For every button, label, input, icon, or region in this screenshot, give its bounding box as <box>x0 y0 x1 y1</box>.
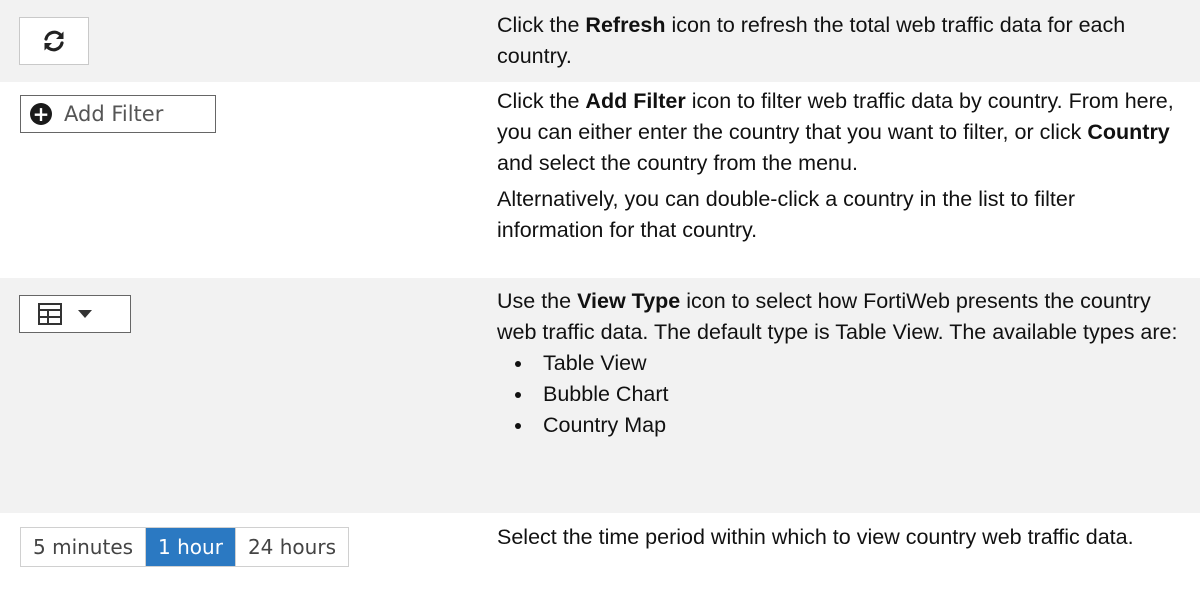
add-filter-description: Click the Add Filter icon to filter web … <box>497 89 1174 175</box>
refresh-icon <box>44 30 64 52</box>
add-filter-note: Alternatively, you can double-click a co… <box>497 187 1075 242</box>
view-type-button[interactable] <box>19 295 131 333</box>
time-option-5-minutes[interactable]: 5 minutes <box>21 528 145 566</box>
list-item: Table View <box>515 348 1187 379</box>
row-time-period: 5 minutes 1 hour 24 hours Select the tim… <box>0 513 1200 602</box>
table-icon <box>38 303 62 325</box>
row-view-type: Use the View Type icon to select how For… <box>0 278 1200 513</box>
description-cell: Select the time period within which to v… <box>497 522 1187 553</box>
list-item: Bubble Chart <box>515 379 1187 410</box>
add-filter-button[interactable]: + Add Filter <box>20 95 216 133</box>
row-refresh: Click the Refresh icon to refresh the to… <box>0 0 1200 82</box>
time-option-1-hour[interactable]: 1 hour <box>145 528 235 566</box>
description-cell: Use the View Type icon to select how For… <box>497 286 1187 441</box>
list-item: Country Map <box>515 410 1187 441</box>
add-filter-label: Add Filter <box>64 102 164 126</box>
description-cell: Click the Add Filter icon to filter web … <box>497 86 1187 246</box>
refresh-description: Click the Refresh icon to refresh the to… <box>497 13 1126 68</box>
description-cell: Click the Refresh icon to refresh the to… <box>497 10 1187 72</box>
plus-circle-icon: + <box>30 103 52 125</box>
view-type-list: Table View Bubble Chart Country Map <box>497 348 1187 441</box>
time-period-description: Select the time period within which to v… <box>497 525 1134 549</box>
caret-down-icon <box>78 310 92 318</box>
view-type-description: Use the View Type icon to select how For… <box>497 289 1178 344</box>
row-add-filter: + Add Filter Click the Add Filter icon t… <box>0 82 1200 278</box>
time-option-24-hours[interactable]: 24 hours <box>234 528 348 566</box>
refresh-button[interactable] <box>19 17 89 65</box>
time-period-selector[interactable]: 5 minutes 1 hour 24 hours <box>20 527 349 567</box>
